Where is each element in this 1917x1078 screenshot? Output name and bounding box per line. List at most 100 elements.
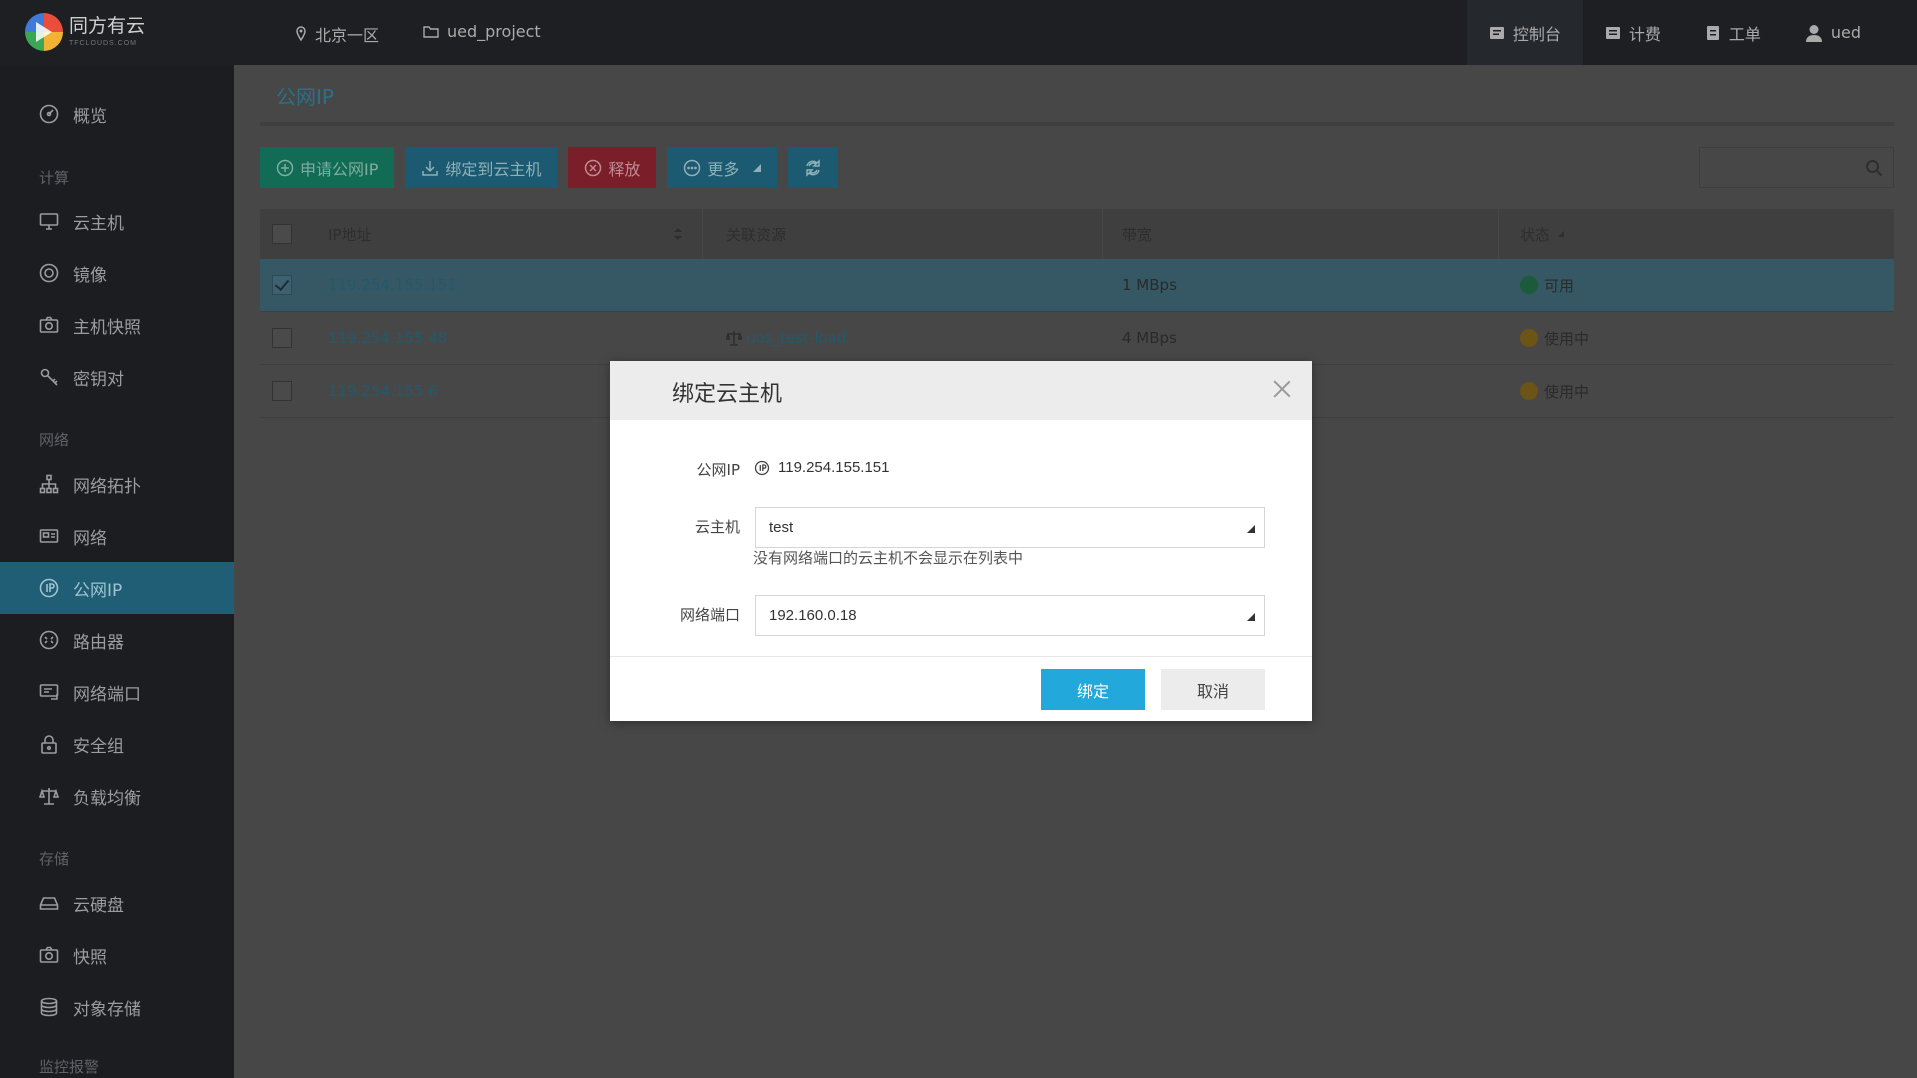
- status-label: 可用: [1544, 276, 1575, 295]
- more-label: 更多: [707, 159, 740, 179]
- port-field-label: 网络端口: [679, 606, 740, 624]
- topnav-user[interactable]: ued: [1783, 0, 1917, 65]
- header-ip[interactable]: IP地址: [328, 209, 371, 259]
- status-cell: 可用: [1520, 259, 1574, 311]
- ip-pin-icon: [754, 460, 770, 475]
- sidebar-item-topology[interactable]: 网络拓扑: [0, 458, 234, 510]
- header-bandwidth: 带宽: [1122, 225, 1153, 244]
- topnav-ticket-label: 工单: [1728, 24, 1761, 44]
- row-checkbox[interactable]: [272, 365, 292, 417]
- sidebar-item-label: 公网IP: [73, 580, 123, 601]
- sidebar-item-security-groups[interactable]: 安全组: [0, 718, 234, 770]
- region-selector[interactable]: 北京一区: [295, 22, 379, 46]
- sidebar-item-routers[interactable]: 路由器: [0, 614, 234, 666]
- topnav-billing-label: 计费: [1628, 24, 1661, 44]
- network-card-icon: [39, 529, 59, 543]
- bandwidth-cell: 1 MBps: [1122, 276, 1177, 294]
- sidebar-item-label: 快照: [73, 947, 107, 968]
- instance-select-value: test: [769, 519, 794, 536]
- sidebar-item-object-storage[interactable]: 对象存储: [0, 981, 234, 1033]
- close-circle-icon: [585, 159, 602, 176]
- sidebar-item-label: 云主机: [73, 213, 124, 234]
- scale-icon: [39, 788, 59, 805]
- more-circle-icon: [684, 159, 701, 176]
- release-button[interactable]: 释放: [568, 147, 657, 188]
- apply-public-ip-button[interactable]: 申请公网IP: [260, 147, 395, 188]
- sidebar-item-snapshots[interactable]: 快照: [0, 929, 234, 981]
- ip-pin-icon: [39, 578, 59, 598]
- search-input[interactable]: [1699, 147, 1894, 188]
- folder-icon: [423, 26, 439, 38]
- sidebar-group-compute: 计算: [39, 169, 70, 187]
- download-icon: [422, 160, 439, 176]
- resource-label: uos_test-load: [746, 329, 847, 347]
- refresh-button[interactable]: [788, 147, 839, 188]
- topology-icon: [39, 474, 59, 494]
- table-header: IP地址 关联资源 带宽 状态: [260, 209, 1894, 259]
- row-checkbox[interactable]: [272, 312, 292, 364]
- dropdown-caret-icon: [1247, 525, 1255, 533]
- project-selector[interactable]: ued_project: [423, 22, 541, 41]
- user-icon: [1805, 24, 1822, 42]
- table-row[interactable]: 119.254.155.151 1 MBps 可用: [260, 259, 1894, 312]
- sidebar-item-overview[interactable]: 概览: [0, 88, 234, 140]
- sidebar-item-label: 镜像: [73, 265, 107, 286]
- header-status-label: 状态: [1520, 225, 1551, 244]
- select-all-checkbox[interactable]: [272, 209, 292, 259]
- apply-label: 申请公网IP: [300, 159, 379, 179]
- topnav-console[interactable]: 控制台: [1466, 0, 1583, 65]
- bind-confirm-button[interactable]: 绑定: [1041, 669, 1145, 710]
- sidebar-item-label: 网络端口: [73, 684, 141, 705]
- port-select-value: 192.160.0.18: [769, 607, 857, 624]
- port-select[interactable]: 192.160.0.18: [755, 595, 1265, 636]
- sidebar-item-label: 网络拓扑: [73, 476, 141, 497]
- instance-hint: 没有网络端口的云主机不会显示在列表中: [753, 549, 1024, 567]
- image-disc-icon: [39, 263, 59, 283]
- resource-link[interactable]: uos_test-load: [726, 312, 846, 364]
- sidebar-item-keypairs[interactable]: 密钥对: [0, 351, 234, 403]
- title-divider: [260, 122, 1894, 126]
- header-status[interactable]: 状态: [1520, 209, 1565, 259]
- topnav-ticket[interactable]: 工单: [1683, 0, 1783, 65]
- sidebar-item-volumes[interactable]: 云硬盘: [0, 877, 234, 929]
- instance-select[interactable]: test: [755, 507, 1265, 548]
- router-icon: [39, 630, 59, 650]
- sidebar-item-label: 路由器: [73, 632, 124, 653]
- more-button[interactable]: 更多: [667, 147, 778, 188]
- sidebar: 概览 计算 云主机 镜像 主机快照 密钥对 网络 网络拓扑 网络 公网IP 路由…: [0, 65, 234, 1078]
- key-icon: [40, 368, 58, 386]
- table-row[interactable]: 119.254.155.48 uos_test-load 4 MBps 使用中: [260, 312, 1894, 365]
- close-icon[interactable]: [1270, 377, 1294, 401]
- row-checkbox[interactable]: [272, 259, 292, 311]
- cancel-button[interactable]: 取消: [1161, 669, 1265, 710]
- sidebar-group-monitor: 监控报警: [39, 1058, 100, 1076]
- status-cell: 使用中: [1520, 312, 1589, 364]
- sidebar-item-ports[interactable]: 网络端口: [0, 666, 234, 718]
- sidebar-item-host-snapshots[interactable]: 主机快照: [0, 299, 234, 351]
- status-label: 使用中: [1544, 382, 1590, 401]
- plus-circle-icon: [276, 159, 294, 176]
- sidebar-item-images[interactable]: 镜像: [0, 247, 234, 299]
- ip-link[interactable]: 119.254.155.48: [328, 312, 447, 364]
- page-title: 公网IP: [276, 85, 334, 109]
- search-icon: [1866, 160, 1883, 177]
- load-balancer-icon: [726, 331, 742, 346]
- sidebar-item-public-ip[interactable]: 公网IP: [0, 562, 234, 614]
- logo-subtext: TFCLOUDS.COM: [69, 40, 137, 47]
- bind-label: 绑定到云主机: [445, 159, 542, 179]
- ip-link[interactable]: 119.254.155.151: [328, 259, 457, 311]
- sort-icon[interactable]: [673, 209, 683, 259]
- topnav-billing[interactable]: 计费: [1583, 0, 1683, 65]
- sidebar-group-storage: 存储: [39, 850, 70, 868]
- sidebar-item-label: 云硬盘: [73, 895, 124, 916]
- sidebar-item-load-balancer[interactable]: 负载均衡: [0, 770, 234, 822]
- sidebar-item-networks[interactable]: 网络: [0, 510, 234, 562]
- instance-field-label: 云主机: [694, 518, 740, 536]
- ticket-icon: [1706, 25, 1719, 40]
- logo[interactable]: 同方有云 TFCLOUDS.COM: [25, 13, 145, 51]
- ip-link[interactable]: 119.254.155.6: [328, 365, 438, 417]
- bind-to-instance-button[interactable]: 绑定到云主机: [405, 147, 558, 188]
- sidebar-item-instances[interactable]: 云主机: [0, 195, 234, 247]
- ip-field-label: 公网IP: [696, 461, 740, 479]
- camera-icon: [39, 946, 59, 963]
